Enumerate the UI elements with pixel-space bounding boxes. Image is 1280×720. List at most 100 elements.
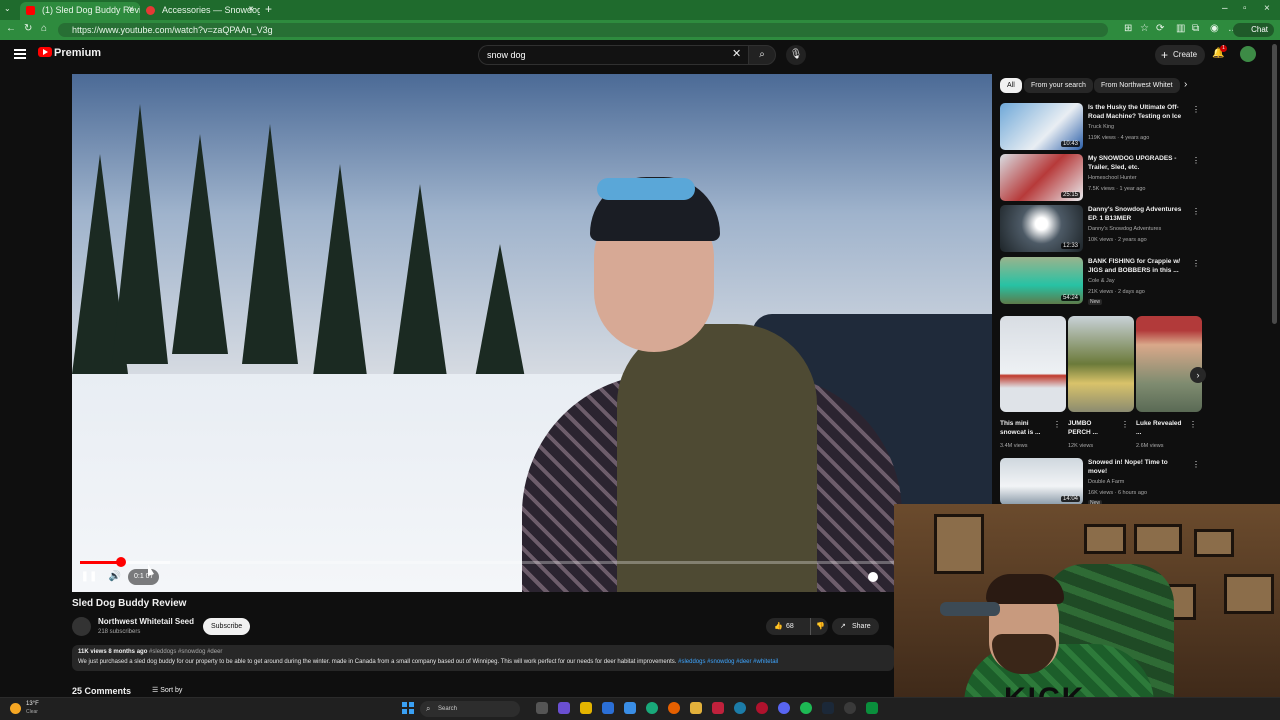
close-tab-icon[interactable]: × — [248, 2, 254, 18]
video-thumbnail[interactable]: 25:15 — [1000, 154, 1083, 201]
tab-snowdog[interactable]: Accessories — Snowdog × — [140, 2, 260, 20]
channel-avatar[interactable] — [72, 617, 91, 636]
settings-gear-icon[interactable] — [868, 572, 878, 582]
new-tab-icon[interactable]: + — [265, 2, 272, 16]
mail-icon[interactable] — [624, 702, 636, 714]
hamburger-menu-icon[interactable] — [14, 49, 26, 59]
short-title[interactable]: This mini snowcat is ... — [1000, 419, 1046, 437]
chip-next-arrow-icon[interactable]: › — [1184, 79, 1187, 90]
share-button[interactable]: Share — [832, 618, 879, 635]
close-window-icon[interactable]: × — [1264, 3, 1270, 14]
video-progress-bar[interactable] — [80, 557, 900, 567]
more-options-icon[interactable]: ⋮ — [1192, 207, 1200, 216]
recommended-video[interactable]: 14:04 Snowed in! Nope! Time to move! Dou… — [1000, 458, 1200, 506]
steam-icon[interactable] — [822, 702, 834, 714]
search-input[interactable]: snow dog — [478, 45, 748, 65]
copilot-icon[interactable] — [558, 702, 570, 714]
recommended-video[interactable]: 10:43 Is the Husky the Ultimate Off-Road… — [1000, 103, 1200, 151]
browser-essentials-icon[interactable]: ⟳ — [1156, 23, 1164, 34]
notepad-icon[interactable] — [690, 702, 702, 714]
pause-icon[interactable]: ❚❚ — [78, 569, 100, 585]
back-icon[interactable]: ← — [6, 23, 16, 34]
spotify-icon[interactable] — [800, 702, 812, 714]
recommended-video[interactable]: 12:33 Danny's Snowdog Adventures EP. 1 B… — [1000, 205, 1200, 253]
video-player[interactable]: ❚❚ 🔊 0:1 07 — [72, 74, 992, 592]
video-thumbnail[interactable]: 12:33 — [1000, 205, 1083, 252]
more-options-icon[interactable]: ⋮ — [1053, 420, 1061, 429]
firefox-icon[interactable] — [668, 702, 680, 714]
short-title[interactable]: Luke Revealed ... — [1136, 419, 1182, 437]
chip-from-channel[interactable]: From Northwest Whitet — [1094, 78, 1180, 93]
close-tab-icon[interactable]: × — [128, 2, 134, 18]
opera-icon[interactable] — [756, 702, 768, 714]
dislike-thumb-icon[interactable]: 👎 — [810, 618, 825, 635]
video-thumbnail[interactable]: 10:43 — [1000, 103, 1083, 150]
rec-channel[interactable]: Truck King — [1088, 124, 1114, 130]
discord-icon[interactable] — [778, 702, 790, 714]
shorts-next-arrow-icon[interactable]: › — [1190, 367, 1206, 383]
meta-hashtags[interactable]: #sleddogs #snowdog #deer — [149, 649, 222, 655]
chat-button[interactable]: Chat — [1233, 23, 1274, 37]
search-button[interactable]: ⌕ — [748, 45, 776, 65]
rec-title[interactable]: Snowed in! Nope! Time to move! — [1088, 458, 1186, 476]
file-explorer-icon[interactable] — [580, 702, 592, 714]
progress-scrubber-handle[interactable] — [116, 557, 126, 567]
short-thumbnail[interactable] — [1136, 316, 1202, 412]
taskbar-search-box[interactable]: Search — [420, 701, 520, 717]
rec-title[interactable]: Is the Husky the Ultimate Off-Road Machi… — [1088, 103, 1186, 123]
rec-title[interactable]: Danny's Snowdog Adventures EP. 1 B13MER — [1088, 205, 1186, 223]
app-icon[interactable] — [734, 702, 746, 714]
voice-search-button[interactable]: 🎙 — [786, 45, 806, 65]
more-options-icon[interactable]: ⋮ — [1192, 460, 1200, 469]
volume-icon[interactable]: 🔊 — [104, 569, 126, 585]
page-scrollbar[interactable] — [1272, 44, 1277, 324]
chip-from-your-search[interactable]: From your search — [1024, 78, 1093, 93]
youtube-logo-icon[interactable] — [38, 47, 52, 57]
recommended-video[interactable]: 54:24 BANK FISHING for Crappie w/ JIGS a… — [1000, 257, 1200, 305]
url-field[interactable]: https://www.youtube.com/watch?v=zaQPAAn_… — [58, 23, 1108, 37]
rec-title[interactable]: BANK FISHING for Crappie w/ JIGS and BOB… — [1088, 257, 1186, 275]
create-button[interactable]: Create — [1155, 45, 1206, 65]
collections-icon[interactable]: ⧉ — [1192, 23, 1199, 34]
more-options-icon[interactable]: ⋮ — [1189, 420, 1197, 429]
chip-all[interactable]: All — [1000, 78, 1022, 93]
tab-list-icon[interactable]: ⌄ — [4, 4, 11, 13]
home-icon[interactable]: ⌂ — [41, 23, 47, 34]
rec-channel[interactable]: Danny's Snowdog Adventures — [1088, 226, 1161, 232]
subscribe-button[interactable]: Subscribe — [203, 618, 251, 635]
video-thumbnail[interactable]: 54:24 — [1000, 257, 1083, 304]
task-view-icon[interactable] — [536, 702, 548, 714]
windows-start-icon[interactable] — [402, 702, 414, 714]
adobe-icon[interactable] — [712, 702, 724, 714]
channel-name[interactable]: Northwest Whitetail Seed — [98, 617, 194, 626]
recommended-video[interactable]: 25:15 My SNOWDOG UPGRADES - Trailer, Sle… — [1000, 154, 1200, 202]
rec-channel[interactable]: Double A Farm — [1088, 479, 1124, 485]
split-screen-icon[interactable]: ▥ — [1176, 23, 1185, 34]
short-title[interactable]: JUMBO PERCH ... — [1068, 419, 1114, 437]
description-box[interactable]: 11K views 8 months ago #sleddogs #snowdo… — [72, 645, 894, 671]
account-avatar[interactable] — [1240, 46, 1256, 62]
video-thumbnail[interactable]: 14:04 — [1000, 458, 1083, 505]
more-options-icon[interactable]: ⋮ — [1192, 156, 1200, 165]
sort-comments-button[interactable]: ☰ Sort by — [152, 686, 182, 694]
short-thumbnail[interactable] — [1068, 316, 1134, 412]
short-thumbnail[interactable] — [1000, 316, 1066, 412]
weather-temperature[interactable]: 13°F — [26, 701, 39, 707]
store-icon[interactable] — [602, 702, 614, 714]
more-options-icon[interactable]: ⋮ — [1192, 259, 1200, 268]
like-thumb-icon[interactable]: 👍 — [774, 618, 783, 635]
description-hashtags[interactable]: #sleddogs #snowdog #deer #whitetail — [678, 659, 778, 665]
rec-channel[interactable]: Cole & Jay — [1088, 278, 1115, 284]
more-options-icon[interactable]: ⋮ — [1121, 420, 1129, 429]
refresh-icon[interactable]: ↻ — [24, 23, 32, 34]
maximize-icon[interactable]: ▫ — [1243, 3, 1247, 14]
minimize-icon[interactable]: – — [1222, 3, 1228, 14]
terminal-icon[interactable] — [866, 702, 878, 714]
obs-icon[interactable] — [844, 702, 856, 714]
favorite-star-icon[interactable]: ☆ — [1140, 23, 1149, 34]
edge-browser-icon[interactable] — [646, 702, 658, 714]
rec-title[interactable]: My SNOWDOG UPGRADES - Trailer, Sled, etc… — [1088, 154, 1186, 172]
extensions-icon[interactable]: ⊞ — [1124, 23, 1132, 34]
more-options-icon[interactable]: ⋮ — [1192, 105, 1200, 114]
like-count[interactable]: 68 — [786, 618, 794, 635]
